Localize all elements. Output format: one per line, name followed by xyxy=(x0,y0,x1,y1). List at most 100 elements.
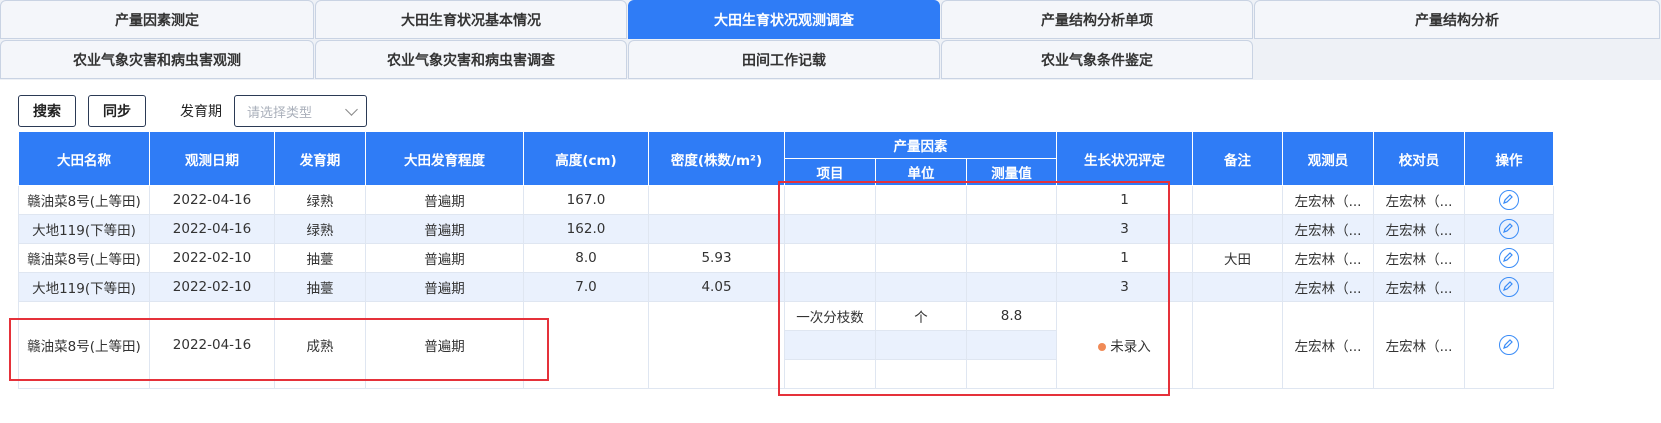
cell-observer: 左宏林（... xyxy=(1282,301,1375,389)
stage-filter-label: 发育期 xyxy=(180,104,222,120)
table-row: 大地119(下等田) 2022-02-10 抽薹 普遍期 7.0 4.05 3 … xyxy=(18,272,1555,302)
col-header-degree: 大田发育程度 xyxy=(365,131,524,186)
cell-unit xyxy=(875,214,967,244)
cell-density xyxy=(648,185,785,215)
cell-item xyxy=(784,243,876,273)
table-row: 赣油菜8号(上等田) 2022-04-16 绿熟 普遍期 167.0 1 左宏林… xyxy=(18,185,1555,215)
toolbar: 搜索 同步 发育期 请选择类型 xyxy=(18,95,367,127)
cell-degree: 普遍期 xyxy=(365,214,524,244)
cell-note xyxy=(1192,214,1284,244)
cell-stage: 抽薹 xyxy=(274,272,366,302)
table-row: 赣油菜8号(上等田) 2022-04-16 成熟 普遍期 一次分枝数 个 8.8… xyxy=(18,301,1555,389)
edit-icon[interactable] xyxy=(1499,277,1520,297)
observation-table: 大田名称 观测日期 发育期 大田发育程度 高度(cm) 密度(株数/m²) 产量… xyxy=(18,131,1555,389)
col-header-note: 备注 xyxy=(1192,131,1284,186)
cell-checker: 左宏林（... xyxy=(1373,214,1466,244)
cell-checker: 左宏林（... xyxy=(1373,301,1466,389)
cell-unit xyxy=(875,243,967,273)
cell-action xyxy=(1464,243,1555,273)
edit-icon[interactable] xyxy=(1499,248,1520,268)
cell-density: 5.93 xyxy=(648,243,785,273)
cell-unit xyxy=(875,330,967,360)
cell-density xyxy=(648,301,785,389)
cell-value xyxy=(965,359,1058,389)
cell-note xyxy=(1192,185,1284,215)
status-dot xyxy=(1098,343,1107,351)
cell-height: 167.0 xyxy=(523,185,649,215)
col-header-unit: 单位 xyxy=(875,158,967,186)
cell-growth: 1 xyxy=(1056,185,1194,215)
cell-stage: 绿熟 xyxy=(274,214,366,244)
cell-checker: 左宏林（... xyxy=(1373,185,1466,215)
col-header-height: 高度(cm) xyxy=(523,131,649,186)
cell-height: 8.0 xyxy=(523,243,649,273)
cell-date: 2022-04-16 xyxy=(149,185,275,215)
col-header-growth: 生长状况评定 xyxy=(1056,131,1194,186)
cell-item xyxy=(784,330,876,360)
cell-density: 4.05 xyxy=(648,272,785,302)
tab-spacer xyxy=(1254,40,1660,79)
col-header-checker: 校对员 xyxy=(1373,131,1466,186)
tab-row-1: 产量因素测定 大田生育状况基本情况 大田生育状况观测调查 产量结构分析单项 产量… xyxy=(0,0,1661,40)
cell-value xyxy=(965,185,1058,215)
cell-date: 2022-02-10 xyxy=(149,243,275,273)
cell-height: 162.0 xyxy=(523,214,649,244)
col-header-yield-factor: 产量因素 xyxy=(783,131,1058,159)
col-header-name: 大田名称 xyxy=(18,131,150,186)
tab-disaster-observation[interactable]: 农业气象灾害和病虫害观测 xyxy=(0,40,314,79)
cell-note: 大田 xyxy=(1192,243,1284,273)
tab-yield-factor[interactable]: 产量因素测定 xyxy=(0,0,314,39)
cell-value: 8.8 xyxy=(965,301,1058,331)
tab-field-basic[interactable]: 大田生育状况基本情况 xyxy=(315,0,627,39)
cell-name: 赣油菜8号(上等田) xyxy=(18,185,150,215)
col-header-item: 项目 xyxy=(784,158,876,186)
stage-select[interactable]: 请选择类型 xyxy=(234,95,367,127)
cell-name: 赣油菜8号(上等田) xyxy=(18,301,150,389)
tab-field-observation[interactable]: 大田生育状况观测调查 xyxy=(628,0,940,39)
cell-observer: 左宏林（... xyxy=(1282,272,1375,302)
search-button[interactable]: 搜索 xyxy=(18,95,76,127)
col-header-value: 测量值 xyxy=(965,158,1058,186)
tab-bar: 产量因素测定 大田生育状况基本情况 大田生育状况观测调查 产量结构分析单项 产量… xyxy=(0,0,1661,80)
cell-unit xyxy=(875,185,967,215)
table-row: 大地119(下等田) 2022-04-16 绿熟 普遍期 162.0 3 左宏林… xyxy=(18,214,1555,244)
cell-value xyxy=(965,243,1058,273)
cell-growth: 1 xyxy=(1056,243,1194,273)
status-text: 未录入 xyxy=(1110,339,1151,355)
edit-icon[interactable] xyxy=(1499,335,1520,355)
tab-yield-structure-item[interactable]: 产量结构分析单项 xyxy=(941,0,1253,39)
cell-growth: 3 xyxy=(1056,214,1194,244)
cell-item: 一次分枝数 xyxy=(784,301,876,331)
cell-action xyxy=(1464,301,1555,389)
cell-density xyxy=(648,214,785,244)
table-row: 赣油菜8号(上等田) 2022-02-10 抽薹 普遍期 8.0 5.93 1 … xyxy=(18,243,1555,273)
cell-value xyxy=(965,330,1058,360)
cell-stage: 绿熟 xyxy=(274,185,366,215)
cell-date: 2022-04-16 xyxy=(149,214,275,244)
cell-note xyxy=(1192,301,1284,389)
tab-yield-structure[interactable]: 产量结构分析 xyxy=(1254,0,1660,39)
sync-button[interactable]: 同步 xyxy=(88,95,146,127)
cell-observer: 左宏林（... xyxy=(1282,243,1375,273)
cell-growth: 未录入 xyxy=(1056,301,1194,389)
cell-stage: 抽薹 xyxy=(274,243,366,273)
cell-height: 7.0 xyxy=(523,272,649,302)
cell-date: 2022-04-16 xyxy=(149,301,275,389)
cell-item xyxy=(784,272,876,302)
col-header-density: 密度(株数/m²) xyxy=(648,131,785,186)
tab-field-work-record[interactable]: 田间工作记载 xyxy=(628,40,940,79)
edit-icon[interactable] xyxy=(1499,219,1520,239)
tab-disaster-survey[interactable]: 农业气象灾害和病虫害调查 xyxy=(315,40,627,79)
cell-value xyxy=(965,272,1058,302)
col-header-action: 操作 xyxy=(1464,131,1555,186)
cell-unit: 个 xyxy=(875,301,967,331)
col-header-date: 观测日期 xyxy=(149,131,275,186)
cell-observer: 左宏林（... xyxy=(1282,185,1375,215)
cell-growth: 3 xyxy=(1056,272,1194,302)
tab-weather-assessment[interactable]: 农业气象条件鉴定 xyxy=(941,40,1253,79)
edit-icon[interactable] xyxy=(1499,190,1520,210)
col-header-observer: 观测员 xyxy=(1282,131,1375,186)
cell-note xyxy=(1192,272,1284,302)
stage-select-placeholder: 请选择类型 xyxy=(247,105,313,121)
cell-name: 赣油菜8号(上等田) xyxy=(18,243,150,273)
